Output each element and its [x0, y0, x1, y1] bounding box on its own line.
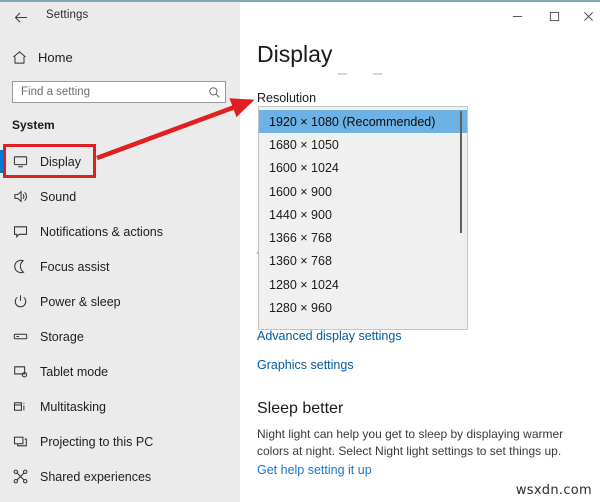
sidebar-item-tablet-mode[interactable]: Tablet mode: [0, 354, 240, 389]
tablet-icon: [0, 364, 40, 379]
sidebar-item-notifications[interactable]: Notifications & actions: [0, 214, 240, 249]
resolution-option[interactable]: 1600 × 900: [259, 180, 467, 203]
decorative-dash: [373, 73, 382, 75]
sidebar-item-label: Multitasking: [40, 399, 106, 414]
power-icon: [0, 294, 40, 309]
night-light-help-link[interactable]: Get help setting it up: [257, 463, 372, 477]
resolution-option[interactable]: 1280 × 960: [259, 296, 467, 319]
scrollbar-thumb[interactable]: [460, 111, 462, 233]
sidebar-item-focus-assist[interactable]: Focus assist: [0, 249, 240, 284]
sidebar-item-sound[interactable]: Sound: [0, 179, 240, 214]
resolution-option[interactable]: 1600 × 1024: [259, 157, 467, 180]
page-title: Display: [257, 41, 333, 67]
moon-icon: [0, 259, 40, 274]
advanced-display-settings-link[interactable]: Advanced display settings: [257, 329, 402, 343]
resolution-option[interactable]: 1680 × 1050: [259, 133, 467, 156]
sidebar-item-label: Projecting to this PC: [40, 434, 154, 449]
sleep-better-heading: Sleep better: [257, 400, 344, 417]
search-icon[interactable]: [203, 86, 225, 99]
resolution-dropdown[interactable]: 1920 × 1080 (Recommended) 1680 × 1050 16…: [258, 106, 468, 330]
minimize-icon[interactable]: [500, 2, 535, 31]
drive-icon: [0, 329, 40, 344]
sidebar-section-header: System: [12, 118, 55, 132]
title-bar-left-region: [0, 2, 240, 32]
search-input[interactable]: Find a setting: [12, 81, 226, 103]
title-bar: Settings: [0, 2, 600, 32]
share-icon: [0, 469, 40, 484]
app-title: Settings: [46, 9, 89, 21]
sidebar-item-label: Power & sleep: [40, 294, 121, 309]
sidebar-item-projecting[interactable]: Projecting to this PC: [0, 424, 240, 459]
sidebar-item-label: Focus assist: [40, 259, 110, 274]
decorative-dash: [338, 73, 347, 75]
sidebar-nav-list: Display Sound Notifications & actions Fo…: [0, 144, 240, 494]
graphics-settings-link[interactable]: Graphics settings: [257, 358, 354, 372]
resolution-option[interactable]: 1366 × 768: [259, 226, 467, 249]
close-icon[interactable]: [571, 2, 600, 31]
projecting-icon: [0, 434, 40, 449]
resolution-option[interactable]: 1440 × 900: [259, 203, 467, 226]
resolution-option[interactable]: 1280 × 1024: [259, 273, 467, 296]
sidebar-item-storage[interactable]: Storage: [0, 319, 240, 354]
sidebar-item-label: Notifications & actions: [40, 224, 163, 239]
settings-window: Home Find a setting System Display Sound…: [0, 0, 600, 502]
dropdown-scrollbar[interactable]: [460, 111, 462, 327]
multitasking-icon: [0, 399, 40, 414]
back-button[interactable]: [8, 6, 34, 28]
sidebar-item-label: Sound: [40, 189, 77, 204]
sidebar: Home Find a setting System Display Sound…: [0, 2, 240, 502]
watermark: wsxdn.com: [515, 483, 592, 498]
sidebar-item-power-sleep[interactable]: Power & sleep: [0, 284, 240, 319]
home-icon: [0, 50, 38, 65]
resolution-option[interactable]: 1920 × 1080 (Recommended): [259, 110, 467, 134]
sleep-better-description: Night light can help you get to sleep by…: [257, 427, 564, 458]
sidebar-item-home[interactable]: Home: [0, 44, 240, 70]
resolution-label: Resolution: [257, 91, 317, 105]
monitor-icon: [0, 154, 40, 169]
sidebar-item-label: Shared experiences: [40, 469, 152, 484]
resolution-option[interactable]: 1360 × 768: [259, 250, 467, 273]
sidebar-item-shared-experiences[interactable]: Shared experiences: [0, 459, 240, 494]
sidebar-home-label: Home: [38, 49, 73, 65]
speaker-icon: [0, 189, 40, 204]
sidebar-item-label: Tablet mode: [40, 364, 109, 379]
sidebar-item-display[interactable]: Display: [0, 144, 240, 179]
sidebar-item-label: Storage: [40, 329, 84, 344]
notification-icon: [0, 224, 40, 239]
maximize-icon[interactable]: [537, 2, 572, 31]
sidebar-item-label: Display: [40, 154, 81, 169]
resolution-option-list: 1920 × 1080 (Recommended) 1680 × 1050 16…: [259, 110, 467, 320]
search-placeholder: Find a setting: [21, 86, 91, 98]
sidebar-item-multitasking[interactable]: Multitasking: [0, 389, 240, 424]
